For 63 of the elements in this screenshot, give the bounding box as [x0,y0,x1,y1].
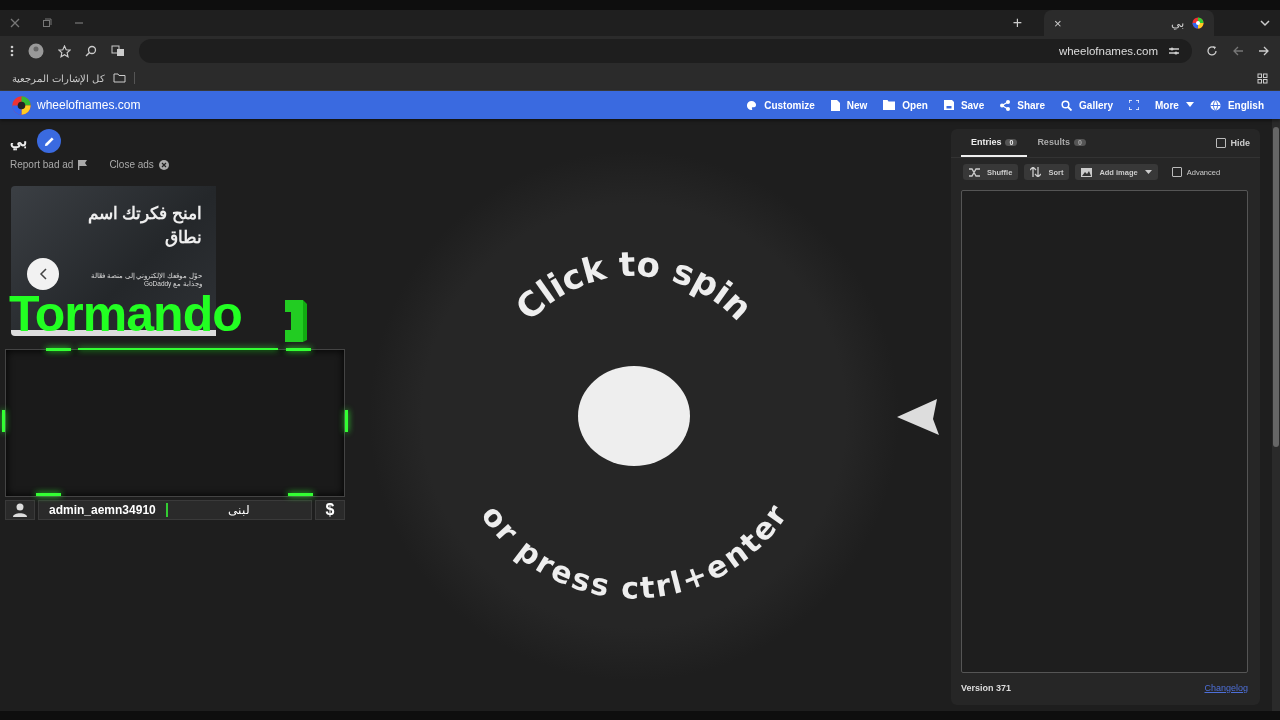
nav-item-button[interactable]: Gallery [1053,99,1121,111]
overlay-title: Tormando [9,294,242,334]
back-icon[interactable] [1232,45,1244,57]
profile-icon[interactable] [28,43,44,59]
entries-field[interactable] [960,190,1249,673]
nav-more-button[interactable]: More [1146,99,1202,111]
close-icon[interactable] [10,18,20,28]
search-icon[interactable] [85,45,97,57]
star-icon[interactable] [58,44,71,58]
checkbox[interactable] [1215,138,1226,148]
site-title[interactable]: wheelofnames.com [37,98,141,112]
username: admin_aemn34910 [49,503,156,517]
fullscreen-icon [1128,100,1139,110]
shuffle-icon [968,167,980,177]
flag-icon [78,159,88,170]
share-icon [1000,99,1011,111]
caret-icon [1144,169,1152,175]
bookmarks-link[interactable]: كل الإشارات المرجعية [12,72,105,84]
wheel-logo-icon[interactable] [12,95,31,115]
wheel-title: بي [10,132,27,150]
ad-headline: امنح فكرتك اسم نطاق [86,203,202,249]
sort-icon [1030,167,1042,177]
apps-icon[interactable] [1257,72,1268,84]
nav-item-button[interactable]: Save [935,99,993,111]
nav-item-button[interactable]: Customize [738,99,823,111]
globe-icon [1209,99,1221,111]
close-icon[interactable] [158,159,169,170]
nav-item-button[interactable]: Open [875,99,936,111]
edit-button[interactable] [37,129,61,153]
search-icon [1061,99,1073,111]
user-icon [12,503,28,517]
nav-item-button[interactable]: New [822,99,876,111]
pointer-icon [896,399,939,435]
nav-item-button[interactable]: Share [992,99,1054,111]
palette-icon [746,99,758,111]
menu-icon[interactable] [10,45,14,57]
hide-label[interactable]: Hide [1230,138,1251,148]
new-tab-button[interactable]: + [1012,14,1022,32]
image-icon [1081,167,1093,177]
save-icon [943,100,954,110]
folder-icon [112,73,126,83]
back-button[interactable] [27,258,59,290]
caret-icon [1185,102,1194,108]
checkbox[interactable] [1171,167,1182,177]
forward-icon[interactable] [1258,45,1270,57]
currency-badge: $ [314,500,345,520]
favicon-icon [1192,17,1204,29]
address-bar[interactable]: wheelofnames.com [139,39,1192,63]
nav-item-button[interactable]: English [1201,99,1272,111]
display-name: لبنى [227,503,252,517]
pencil-icon [43,135,55,147]
browser-tab[interactable]: × بي [1044,10,1214,36]
restore-icon[interactable] [42,18,52,28]
scrollbar[interactable] [1272,119,1280,711]
reload-icon[interactable] [1206,45,1218,57]
report-ad-link[interactable]: Report bad ad [10,159,74,170]
tune-icon[interactable] [1168,46,1180,56]
chevron-left-icon [39,268,47,280]
close-ads-link[interactable]: Close ads [109,159,154,170]
file-icon [830,99,840,111]
caret-icon[interactable] [1260,19,1270,27]
folder-icon [883,100,896,110]
version-label: Version 371 [960,683,1011,693]
